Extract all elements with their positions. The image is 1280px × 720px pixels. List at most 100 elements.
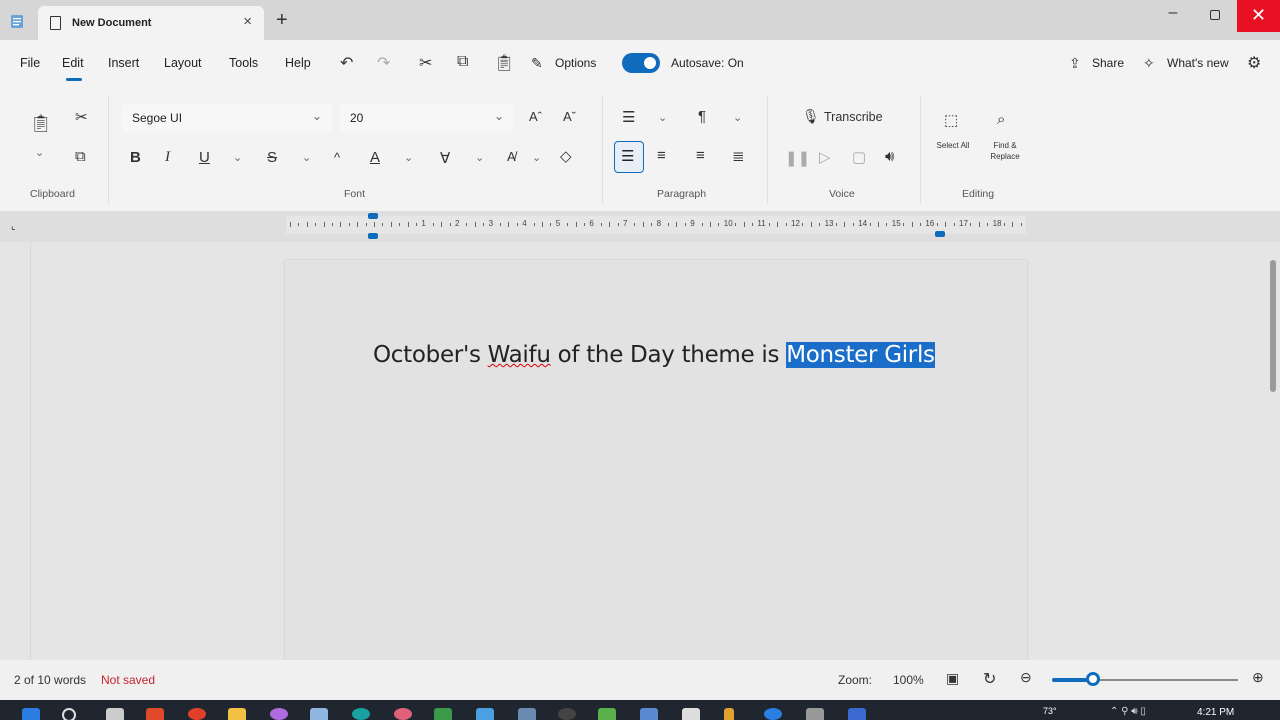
misspelled-word[interactable]: Waifu [488,342,551,368]
zoom-out-icon[interactable]: ⊖ [1020,669,1032,686]
close-tab-button[interactable]: × [243,13,252,30]
new-tab-button[interactable]: + [276,10,288,30]
app-icon[interactable] [764,708,782,720]
font-family-dropdown[interactable]: Segoe UI ⌄ [122,104,332,132]
stop-icon[interactable]: ▢ [852,148,866,166]
minimize-button[interactable]: – [1158,4,1188,28]
font-color-chevron-icon[interactable]: ⌄ [404,151,413,164]
read-aloud-speaker-icon[interactable]: 🔊︎ [885,148,894,165]
paste-icon[interactable]: 📋︎ [30,114,52,134]
app-icon[interactable] [476,708,494,720]
paste-icon[interactable]: 📋︎ [494,53,514,73]
left-indent-marker[interactable] [368,233,378,239]
undo-icon[interactable]: ↶ [340,53,353,73]
ruler[interactable]: 1 2 3 4 5 6 7 8 9 10 11 12 13 14 15 16 17 18 [286,216,1026,234]
app-icon[interactable] [270,708,288,720]
close-window-button[interactable]: ✕ [1237,0,1280,32]
transcribe-button[interactable]: Transcribe [824,110,883,124]
text-effects-icon[interactable]: A̸ [507,149,516,164]
list-chevron-icon[interactable]: ⌄ [658,111,667,124]
zoom-slider-thumb[interactable] [1085,672,1100,686]
underline-icon[interactable]: U [199,149,210,166]
document-text[interactable]: October's Waifu of the Day theme is Mons… [373,342,935,368]
menu-insert[interactable]: Insert [108,56,139,70]
app-icon[interactable] [146,708,164,720]
paragraph-chevron-icon[interactable]: ⌄ [733,111,742,124]
list-icon[interactable]: ☰ [622,108,635,126]
superscript-icon[interactable]: ^ [334,150,340,165]
autosave-toggle[interactable] [622,53,660,73]
align-left-button[interactable]: ☰ [614,141,644,173]
document-page[interactable]: October's Waifu of the Day theme is Mons… [285,260,1027,660]
play-icon[interactable]: ▷ [819,148,831,166]
chrome-icon[interactable] [188,708,206,720]
align-center-icon[interactable]: ≡ [657,147,666,164]
document-tab[interactable]: New Document × [38,6,264,40]
find-search-icon[interactable]: ⌕ [997,111,1005,128]
vertical-scrollbar[interactable] [1270,260,1276,392]
reset-zoom-icon[interactable]: ↻ [983,669,996,689]
paste-options-chevron-icon[interactable]: ⌄ [35,146,44,159]
menu-layout[interactable]: Layout [164,56,202,70]
app-icon[interactable] [598,708,616,720]
text-effects-chevron-icon[interactable]: ⌄ [532,151,541,164]
app-icon[interactable] [724,708,734,720]
cut-icon[interactable]: ✂ [419,53,432,73]
app-icon[interactable] [682,708,700,720]
redo-icon[interactable]: ↷ [377,53,390,73]
font-size-dropdown[interactable]: 20 ⌄ [340,104,514,132]
menu-tools[interactable]: Tools [229,56,258,70]
file-explorer-icon[interactable] [228,708,246,720]
strikethrough-icon[interactable]: S [267,149,277,166]
start-icon[interactable] [22,708,40,720]
options-button[interactable]: Options [555,56,596,70]
cut-icon[interactable]: ✂ [75,108,88,126]
microphone-icon[interactable]: 🎙︎ [802,108,820,125]
notepad-icon[interactable] [310,708,328,720]
increase-font-size-icon[interactable]: Aˆ [529,109,542,124]
select-all-button[interactable]: Select All [936,140,970,151]
copy-icon[interactable]: ⧉ [75,148,86,165]
paragraph-mark-icon[interactable]: ¶ [698,108,706,125]
share-button[interactable]: Share [1092,56,1124,70]
first-line-indent-marker[interactable] [368,213,378,219]
font-color-icon[interactable]: A [370,149,380,166]
settings-gear-icon[interactable]: ⚙ [1247,53,1261,73]
highlight-chevron-icon[interactable]: ⌄ [475,151,484,164]
select-all-icon[interactable]: ⬚ [944,111,958,129]
app-icon[interactable] [806,708,824,720]
restore-button[interactable] [1200,4,1230,28]
whats-new-icon[interactable]: ✧ [1143,55,1155,72]
search-icon[interactable] [62,708,76,720]
system-tray-icons[interactable]: ⌃ ⚲ 🔊︎ ▯ [1110,706,1146,717]
justify-icon[interactable]: ≣ [732,147,745,165]
weather-temp[interactable]: 73° [1043,706,1057,716]
tab-stop-selector-icon[interactable]: ⌞ [11,221,16,232]
clear-formatting-eraser-icon[interactable]: ◇ [560,147,572,165]
fit-page-icon[interactable]: ▣ [946,670,959,687]
bold-icon[interactable]: B [130,149,141,166]
app-icon[interactable] [518,708,536,720]
zoom-value[interactable]: 100% [893,673,924,687]
app-icon[interactable] [558,708,576,720]
app-icon[interactable] [640,708,658,720]
options-icon[interactable]: ✎ [531,55,543,72]
menu-file[interactable]: File [20,56,40,70]
whats-new-button[interactable]: What's new [1167,56,1229,70]
highlight-icon[interactable]: ∀ [440,149,450,167]
decrease-font-size-icon[interactable]: Aˇ [563,109,576,124]
align-right-icon[interactable]: ≡ [696,147,705,164]
clock[interactable]: 4:21 PM [1197,707,1234,718]
app-icon[interactable] [434,708,452,720]
share-icon[interactable]: ⇪ [1069,55,1081,72]
selected-text[interactable]: Monster Girls [786,342,935,368]
menu-edit[interactable]: Edit [62,56,84,70]
app-icon[interactable] [394,708,412,720]
app-icon[interactable] [848,708,866,720]
find-replace-button[interactable]: Find & Replace [985,140,1025,162]
task-view-icon[interactable] [106,708,124,720]
right-indent-marker[interactable] [935,231,945,237]
pause-icon[interactable]: ❚❚ [785,149,810,167]
copy-icon[interactable]: ⧉ [457,53,468,71]
italic-icon[interactable]: I [165,149,170,166]
